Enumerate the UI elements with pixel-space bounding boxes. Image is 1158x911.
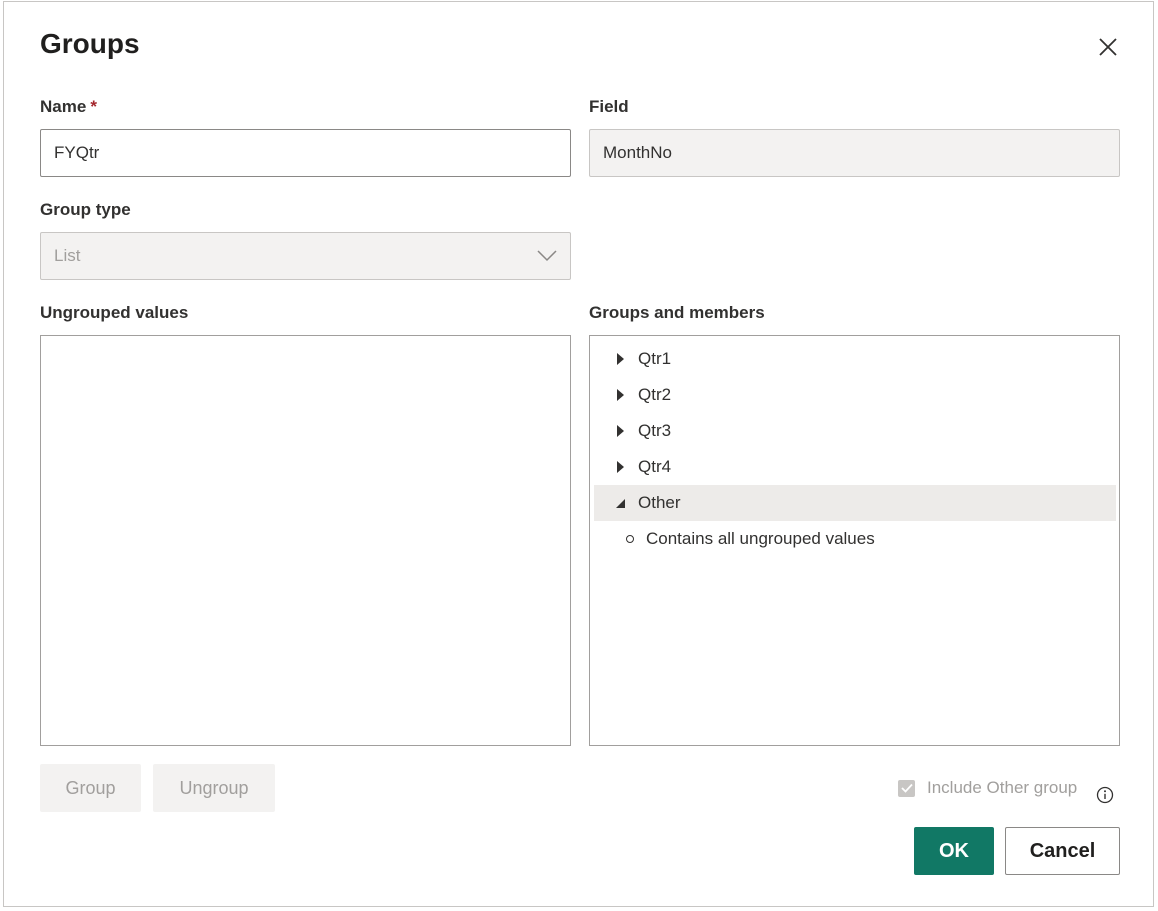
group-button[interactable]: Group [40, 764, 141, 812]
name-input[interactable]: FYQtr [40, 129, 571, 177]
include-other-group-checkbox[interactable]: Include Other group [898, 778, 1077, 798]
checkmark-icon[interactable] [898, 779, 915, 797]
member-item-ungrouped[interactable]: Contains all ungrouped values [626, 521, 875, 557]
name-input-value: FYQtr [54, 143, 100, 162]
ungroup-button[interactable]: Ungroup [153, 764, 275, 812]
name-label: Name * [40, 97, 97, 117]
field-label: Field [589, 97, 629, 116]
caret-right-icon[interactable] [614, 461, 626, 473]
field-input: MonthNo [589, 129, 1120, 177]
caret-expanded-icon[interactable] [614, 498, 626, 508]
ungrouped-values-label: Ungrouped values [40, 303, 189, 322]
groups-members-label: Groups and members [589, 303, 765, 322]
member-item-label: Contains all ungrouped values [646, 529, 875, 548]
group-type-value: List [54, 246, 81, 265]
cancel-button[interactable]: Cancel [1005, 827, 1120, 875]
field-input-value: MonthNo [603, 143, 672, 162]
groups-dialog: Groups Name * FYQtr Field MonthNo Group t… [3, 1, 1154, 907]
ungrouped-values-list[interactable] [40, 335, 571, 746]
chevron-down-icon [537, 250, 557, 262]
dialog-title: Groups [40, 28, 140, 59]
tree-item-other[interactable]: Other [594, 485, 1116, 521]
group-type-label: Group type [40, 200, 131, 219]
tree-item-label: Qtr3 [638, 421, 672, 440]
name-label-text: Name [40, 97, 87, 116]
caret-right-icon[interactable] [614, 353, 626, 365]
groups-members-tree[interactable]: Qtr1 Qtr2 Qtr3 Qtr4 Other Contains all u… [589, 335, 1120, 746]
required-mark: * [90, 97, 97, 116]
tree-item-label: Qtr1 [638, 349, 672, 368]
tree-item-label: Other [638, 493, 681, 512]
close-icon [1099, 38, 1117, 56]
tree-item-qtr3[interactable]: Qtr3 [594, 413, 1116, 449]
bullet-icon [626, 535, 634, 543]
tree-item-label: Qtr2 [638, 385, 672, 404]
close-button[interactable] [1094, 33, 1122, 61]
ok-button[interactable]: OK [914, 827, 994, 875]
tree-item-qtr4[interactable]: Qtr4 [594, 449, 1116, 485]
info-icon[interactable] [1096, 786, 1114, 804]
tree-item-label: Qtr4 [638, 457, 672, 476]
tree-item-qtr1[interactable]: Qtr1 [594, 341, 1116, 377]
caret-right-icon[interactable] [614, 425, 626, 437]
caret-right-icon[interactable] [614, 389, 626, 401]
group-type-dropdown: List [40, 232, 571, 280]
tree-item-qtr2[interactable]: Qtr2 [594, 377, 1116, 413]
include-other-group-label: Include Other group [927, 778, 1078, 797]
